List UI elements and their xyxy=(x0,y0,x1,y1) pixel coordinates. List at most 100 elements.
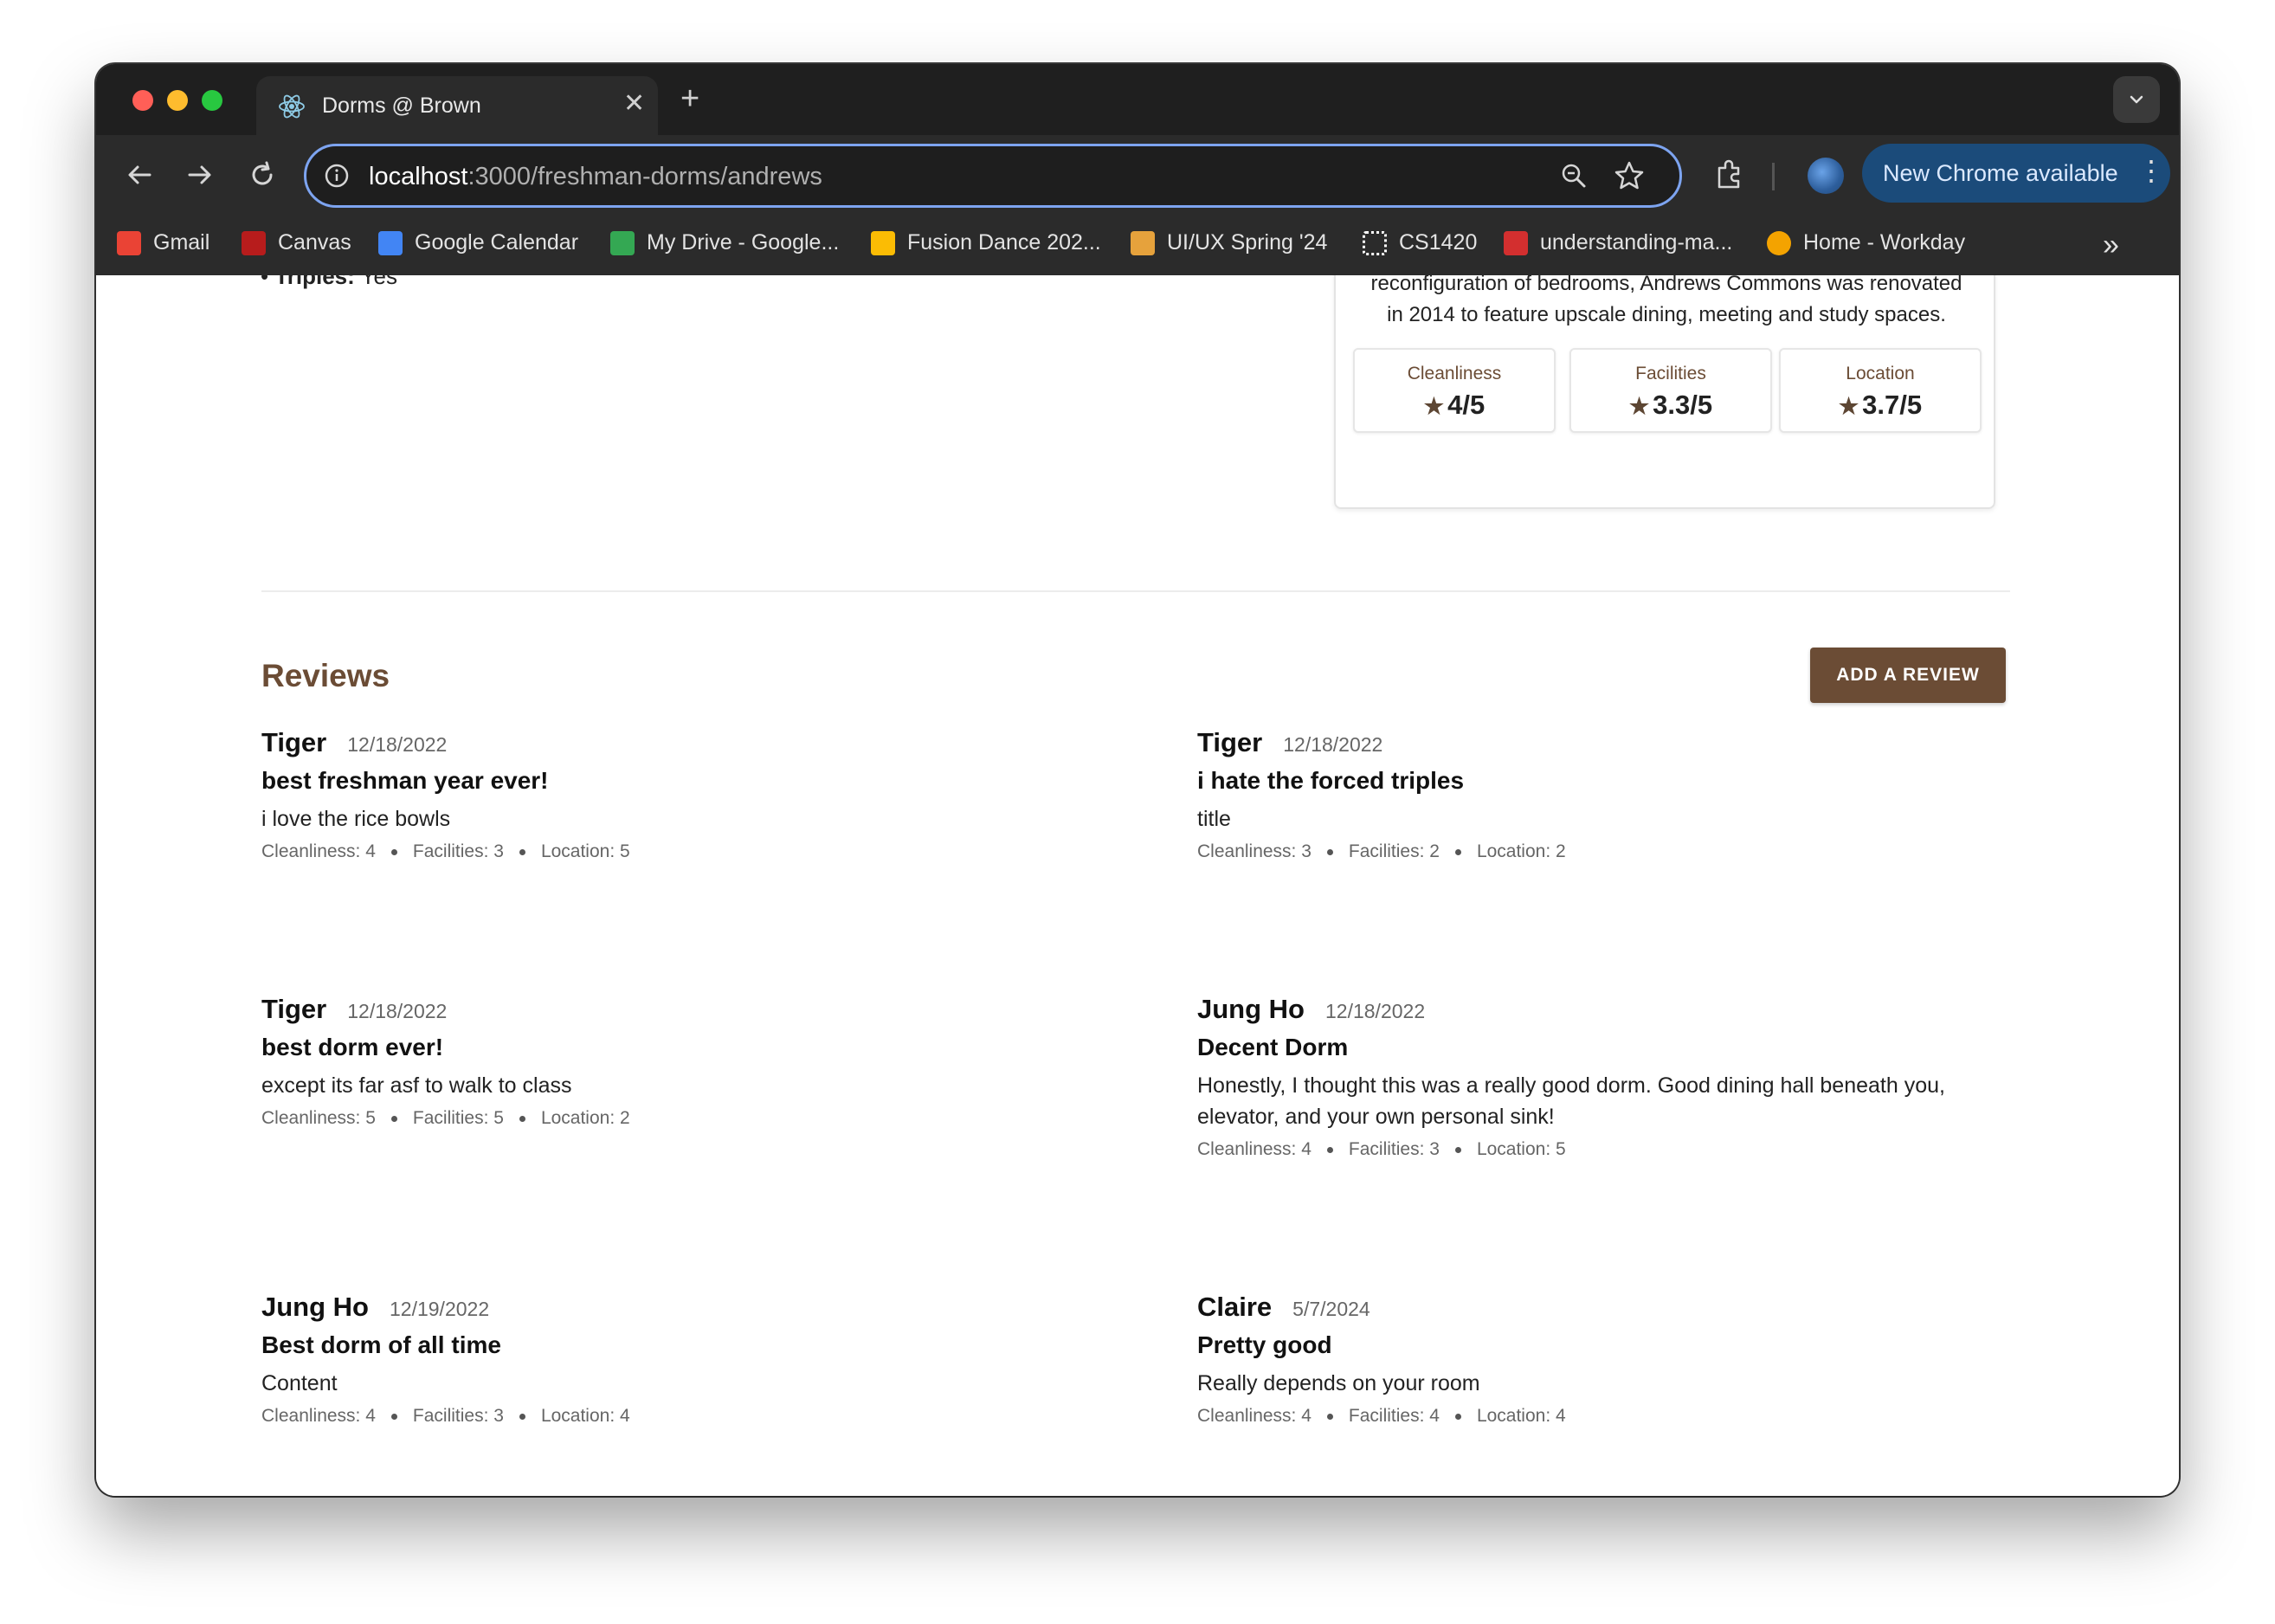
dorm-description: reconfiguration of bedrooms, Andrews Com… xyxy=(1370,275,1962,326)
react-icon xyxy=(279,94,305,119)
rating-cleanliness: Cleanliness ★ 4/5 xyxy=(1353,348,1556,433)
review-card: Claire 5/7/2024 Pretty good Really depend… xyxy=(1197,1292,2020,1427)
bookmark-home-workday[interactable]: Home - Workday xyxy=(1767,230,1965,255)
bookmarks-overflow-icon[interactable]: » xyxy=(2103,229,2119,262)
review-body: Honestly, I thought this was a really go… xyxy=(1197,1073,1945,1129)
gmail-icon xyxy=(117,230,141,255)
extensions-puzzle-icon[interactable] xyxy=(1711,156,1749,194)
browser-chrome: Dorms @ Brown ✕ + localhost:3000/freshma… xyxy=(96,64,2179,275)
url-path: :3000/freshman-dorms/andrews xyxy=(467,163,822,190)
canvas-icon xyxy=(242,230,266,255)
rating-location: Location ★ 3.7/5 xyxy=(1779,348,1982,433)
rating-label: Cleanliness xyxy=(1407,364,1502,383)
bookmark-my-drive[interactable]: My Drive - Google... xyxy=(610,230,839,255)
star-icon: ★ xyxy=(1423,393,1445,419)
reload-icon[interactable] xyxy=(243,156,281,194)
bookmark-understanding-ma[interactable]: understanding-ma... xyxy=(1504,230,1732,255)
review-date: 12/18/2022 xyxy=(1283,733,1383,756)
forward-arrow-icon[interactable] xyxy=(181,156,219,194)
star-icon: ★ xyxy=(1838,393,1859,419)
rating-value: 3.3/5 xyxy=(1653,390,1713,420)
review-scores: Cleanliness: 4 Facilities: 3 Location: 5 xyxy=(261,841,630,861)
review-date: 5/7/2024 xyxy=(1292,1298,1370,1320)
rating-value: 3.7/5 xyxy=(1862,390,1923,420)
rating-label: Facilities xyxy=(1635,364,1706,383)
new-chrome-available-button[interactable]: New Chrome available ⋮ xyxy=(1862,144,2170,203)
bookmark-fusion-dance[interactable]: Fusion Dance 202... xyxy=(871,230,1101,255)
dots-icon xyxy=(1363,230,1387,255)
bookmarks-bar: Gmail Canvas Google Calendar My Drive - … xyxy=(96,215,2179,275)
bookmark-gmail[interactable]: Gmail xyxy=(117,230,209,255)
pdf-icon xyxy=(1504,230,1528,255)
rating-facilities: Facilities ★ 3.3/5 xyxy=(1569,348,1772,433)
chevron-down-icon xyxy=(2130,95,2143,104)
triples-value: Yes xyxy=(360,275,397,289)
minimize-window-button[interactable] xyxy=(167,90,188,111)
bear-icon xyxy=(1131,230,1155,255)
zoom-icon[interactable] xyxy=(1558,160,1589,191)
review-date: 12/18/2022 xyxy=(347,1000,448,1022)
url-text[interactable]: localhost:3000/freshman-dorms/andrews xyxy=(369,163,822,191)
review-author: Jung Ho xyxy=(261,1292,369,1322)
review-scores: Cleanliness: 3 Facilities: 2 Location: 2 xyxy=(1197,841,1566,861)
review-card: Jung Ho 12/19/2022 Best dorm of all time … xyxy=(261,1292,1084,1427)
add-review-button[interactable]: ADD A REVIEW xyxy=(1810,648,2006,703)
bookmark-star-icon[interactable] xyxy=(1612,158,1647,193)
triples-label: Triples: xyxy=(274,275,355,289)
review-title: Pretty good xyxy=(1197,1331,1332,1358)
bookmark-google-calendar[interactable]: Google Calendar xyxy=(378,230,578,255)
review-title: best freshman year ever! xyxy=(261,767,549,794)
review-body: title xyxy=(1197,807,1231,831)
url-host: localhost xyxy=(369,163,468,190)
profile-avatar[interactable] xyxy=(1808,158,1844,194)
dorm-info-card: reconfiguration of bedrooms, Andrews Com… xyxy=(1334,275,1995,509)
tab-dorms-brown[interactable]: Dorms @ Brown ✕ xyxy=(256,76,658,135)
review-date: 12/18/2022 xyxy=(347,733,448,756)
review-author: Tiger xyxy=(1197,727,1263,757)
more-menu-icon[interactable]: ⋮ xyxy=(2137,154,2165,187)
review-body: except its far asf to walk to class xyxy=(261,1073,572,1098)
tab-close-icon[interactable]: ✕ xyxy=(623,90,645,118)
bookmark-cs1420[interactable]: CS1420 xyxy=(1363,230,1477,255)
review-title: best dorm ever! xyxy=(261,1034,444,1060)
close-window-button[interactable] xyxy=(132,90,153,111)
bookmark-canvas[interactable]: Canvas xyxy=(242,230,351,255)
maximize-window-button[interactable] xyxy=(202,90,222,111)
address-bar[interactable]: localhost:3000/freshman-dorms/andrews xyxy=(304,144,1682,208)
review-scores: Cleanliness: 4 Facilities: 3 Location: 5 xyxy=(1197,1139,1566,1159)
review-body: Content xyxy=(261,1371,338,1395)
review-title: Best dorm of all time xyxy=(261,1331,501,1358)
review-author: Jung Ho xyxy=(1197,994,1305,1024)
rating-value: 4/5 xyxy=(1447,390,1486,420)
update-label: New Chrome available xyxy=(1883,160,2118,186)
review-body: i love the rice bowls xyxy=(261,807,451,831)
review-author: Claire xyxy=(1197,1292,1273,1322)
rating-label: Location xyxy=(1846,364,1915,383)
back-arrow-icon[interactable] xyxy=(120,156,158,194)
review-scores: Cleanliness: 4 Facilities: 4 Location: 4 xyxy=(1197,1406,1566,1426)
drive-icon xyxy=(871,230,895,255)
review-card: Jung Ho 12/18/2022 Decent Dorm Honestly, … xyxy=(1197,994,2020,1160)
review-date: 12/19/2022 xyxy=(390,1298,490,1320)
tab-strip: Dorms @ Brown ✕ + xyxy=(96,64,2179,135)
review-card: Tiger 12/18/2022 i hate the forced triple… xyxy=(1197,727,2020,862)
toolbar-divider xyxy=(1772,163,1775,190)
site-info-icon[interactable] xyxy=(322,161,351,190)
new-tab-button[interactable]: + xyxy=(680,81,699,116)
section-divider xyxy=(261,590,2010,592)
tab-search-button[interactable] xyxy=(2113,76,2160,123)
triples-info: • Triples: Yes xyxy=(261,275,397,290)
calendar-icon xyxy=(378,230,403,255)
bookmark-uiux-spring[interactable]: UI/UX Spring '24 xyxy=(1131,230,1327,255)
browser-window: Dorms @ Brown ✕ + localhost:3000/freshma… xyxy=(96,64,2179,1496)
workday-icon xyxy=(1767,230,1791,255)
review-card: Tiger 12/18/2022 best freshman year ever!… xyxy=(261,727,1084,862)
review-card: Tiger 12/18/2022 best dorm ever! except i… xyxy=(261,994,1084,1129)
page-content: • Triples: Yes reconfiguration of bedroo… xyxy=(96,275,2179,1496)
tab-title: Dorms @ Brown xyxy=(322,93,481,118)
reviews-heading: Reviews xyxy=(261,658,390,693)
review-title: Decent Dorm xyxy=(1197,1034,1349,1060)
review-title: i hate the forced triples xyxy=(1197,767,1465,794)
review-date: 12/18/2022 xyxy=(1325,1000,1426,1022)
review-author: Tiger xyxy=(261,994,327,1024)
